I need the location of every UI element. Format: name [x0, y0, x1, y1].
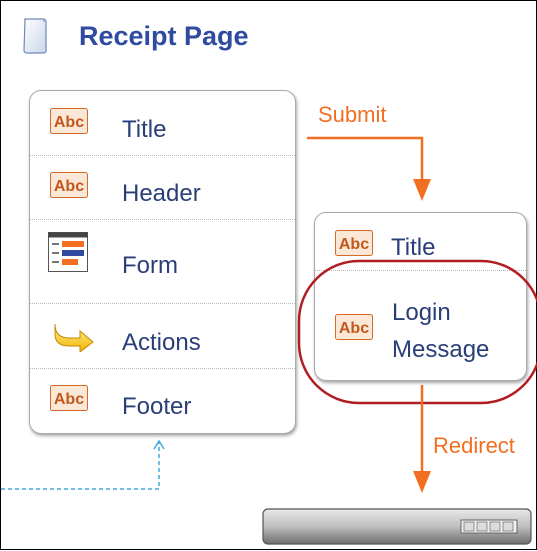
login-message-highlight [297, 259, 537, 405]
submit-arrow [307, 136, 424, 179]
redirect-edge-label: Redirect [433, 433, 515, 458]
connectors-layer [1, 136, 537, 545]
diagram-frame: Receipt Page Abc Title Abc Header Form A… [0, 0, 537, 550]
submit-edge-label: Submit [318, 102, 387, 127]
submit-arrowhead [413, 179, 431, 201]
return-dashed-connector [1, 441, 160, 490]
redirect-arrowhead [413, 471, 431, 493]
server-device-icon [262, 508, 532, 545]
